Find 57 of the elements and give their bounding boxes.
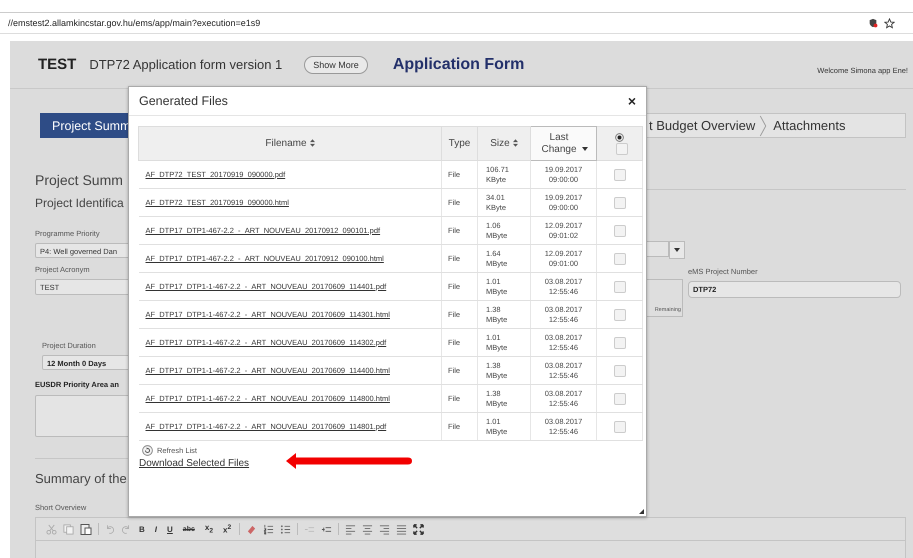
- column-header: Type: [442, 126, 478, 160]
- address-field[interactable]: //emstest2.allamkincstar.gov.hu/ems/app/main?execution=e1s9: [8, 18, 862, 28]
- radio-icon[interactable]: [615, 132, 624, 142]
- clipboard-icon[interactable]: [80, 523, 92, 535]
- italic-button[interactable]: I: [152, 524, 160, 534]
- maximize-icon[interactable]: [413, 524, 424, 534]
- download-link[interactable]: Download Selected Files: [139, 458, 250, 469]
- align-right-icon[interactable]: [379, 524, 390, 534]
- checkbox[interactable]: [614, 280, 626, 292]
- sort-icon: [310, 138, 315, 147]
- shield-icon[interactable]: [868, 18, 878, 28]
- redo-icon[interactable]: [121, 524, 131, 534]
- checkbox[interactable]: [614, 168, 626, 180]
- align-center-icon[interactable]: [362, 524, 374, 534]
- tab[interactable]: Attachments: [773, 118, 846, 133]
- checkbox[interactable]: [614, 252, 626, 264]
- star-icon[interactable]: [884, 18, 895, 28]
- column-header[interactable]: Size: [478, 126, 530, 160]
- checkbox[interactable]: [614, 420, 626, 432]
- resize-grip-icon[interactable]: [639, 509, 644, 514]
- chevron-icon: [759, 114, 768, 136]
- subsection-title: Project Identifica: [35, 195, 125, 211]
- checkbox[interactable]: [614, 308, 626, 320]
- align-left-icon[interactable]: [345, 524, 356, 534]
- undo-icon[interactable]: [105, 524, 115, 534]
- close-button[interactable]: ×: [628, 95, 636, 107]
- justify-icon[interactable]: [396, 524, 408, 534]
- column-header[interactable]: Last Change: [530, 126, 596, 160]
- column-header[interactable]: Filename: [138, 126, 442, 160]
- checkbox[interactable]: [614, 196, 626, 208]
- project-code: TEST: [38, 56, 76, 73]
- bulleted-list-icon[interactable]: [280, 524, 292, 534]
- caret-icon: [582, 146, 588, 151]
- dropdown-field[interactable]: [647, 241, 685, 257]
- checkbox[interactable]: [614, 392, 626, 404]
- numbered-list-icon[interactable]: [263, 524, 274, 534]
- page-title: Application Form: [392, 56, 524, 74]
- refresh-icon[interactable]: [142, 445, 153, 456]
- checkbox[interactable]: [614, 224, 626, 236]
- tab[interactable]: t Budget Overview: [649, 118, 756, 133]
- bold-button[interactable]: B: [137, 524, 147, 534]
- section-title: Project Summ: [35, 171, 124, 189]
- checkbox[interactable]: [614, 336, 626, 348]
- form-version: DTP72 Application form version 1: [89, 57, 282, 72]
- dialog-title: Generated Files: [139, 94, 228, 108]
- checkbox[interactable]: [616, 142, 628, 154]
- superscript-button[interactable]: x$^{2}$: [221, 524, 234, 534]
- section-title: Summary of the: [35, 470, 128, 488]
- scissors-icon[interactable]: [46, 524, 57, 534]
- checkbox[interactable]: [614, 364, 626, 376]
- subscript-button[interactable]: x$_{2}$: [202, 523, 216, 535]
- show-more-button[interactable]: Show More: [304, 56, 368, 74]
- caret-icon: [669, 241, 685, 259]
- underline-button[interactable]: U: [165, 524, 175, 534]
- copy-icon[interactable]: [63, 524, 74, 534]
- sort-icon: [512, 138, 518, 147]
- eraser-icon[interactable]: [246, 524, 258, 534]
